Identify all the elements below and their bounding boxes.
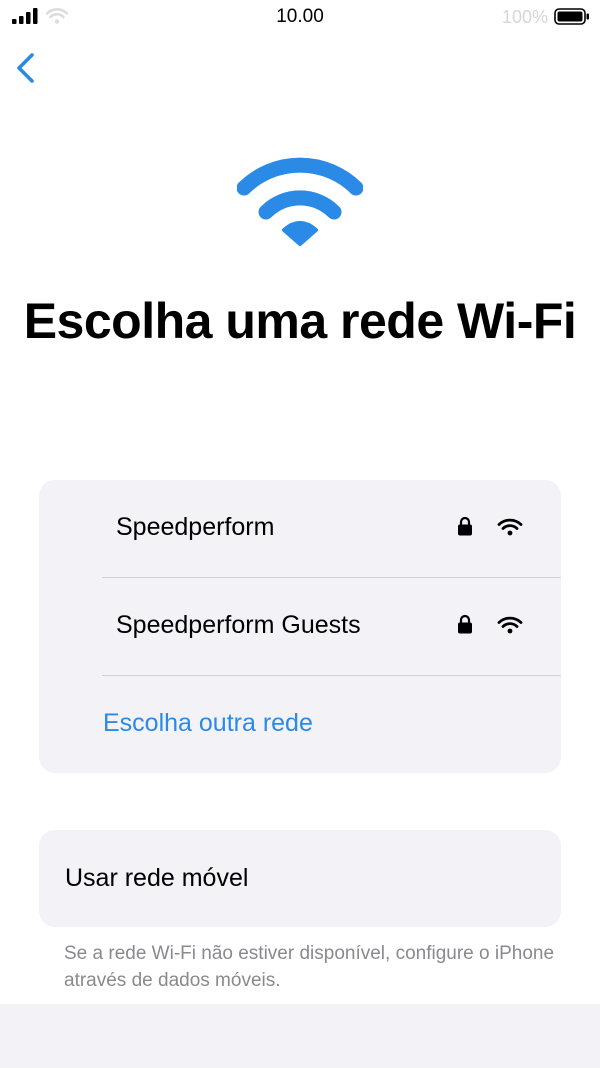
use-mobile-network-label: Usar rede móvel — [65, 864, 249, 892]
use-mobile-network-button[interactable]: Usar rede móvel — [39, 830, 561, 927]
network-row-speedperform[interactable]: Speedperform — [39, 480, 561, 578]
bottom-band — [0, 1004, 600, 1068]
wifi-icon — [237, 157, 363, 246]
lock-icon — [458, 614, 472, 634]
chevron-left-icon — [17, 53, 34, 83]
mobile-network-footnote: Se a rede Wi-Fi não estiver disponível, … — [64, 943, 555, 991]
wifi-signal-icon — [497, 518, 523, 536]
choose-other-network-button[interactable]: Escolha outra rede — [103, 709, 313, 738]
back-button[interactable] — [10, 48, 44, 88]
wifi-signal-icon — [497, 616, 523, 634]
page-title: Escolha uma rede Wi-Fi — [23, 293, 577, 349]
status-bar: 10.00 100% — [0, 0, 600, 34]
lock-icon — [458, 516, 472, 536]
network-name: Speedperform — [116, 513, 275, 541]
battery-icon — [554, 8, 589, 25]
network-row-speedperform-guests[interactable]: Speedperform Guests — [39, 578, 561, 676]
network-list: Speedperform Speedperform Guests Escolha… — [39, 480, 561, 773]
network-name: Speedperform Guests — [116, 611, 361, 639]
battery-percent: 100% — [501, 7, 548, 27]
divider — [102, 675, 561, 676]
